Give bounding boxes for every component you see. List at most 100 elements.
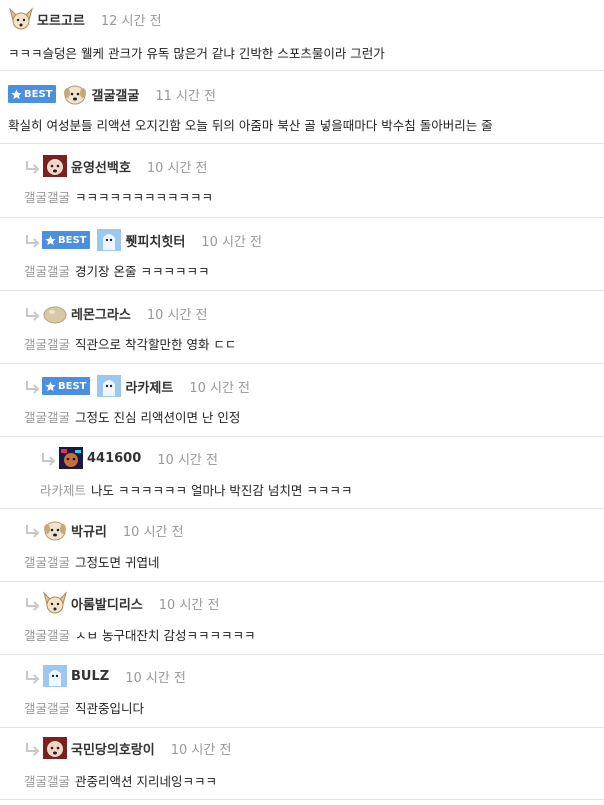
reply-mention[interactable]: 갤굴갤굴 xyxy=(24,555,70,570)
comment-nickname[interactable]: 레몬그라스 xyxy=(71,304,131,323)
comment-header: 레몬그라스 10 시간 전 xyxy=(24,301,208,325)
comment-timestamp: 11 시간 전 xyxy=(155,88,217,104)
best-label: BEST xyxy=(58,234,87,246)
star-icon xyxy=(45,234,58,246)
comment-text: 그정도 진심 리액션이면 난 인정 xyxy=(75,410,241,425)
puppy-icon[interactable] xyxy=(42,518,68,542)
comment-nickname[interactable]: 퓃피치힛터 xyxy=(125,231,185,250)
comment-nickname[interactable]: 국민당의호랑이 xyxy=(71,739,155,758)
reply-arrow-icon xyxy=(24,741,40,756)
comment-body: 갤굴갤굴 ㅋㅋㅋㅋㅋㅋㅋㅋㅋㅋㅋㅋ xyxy=(24,187,213,206)
dog-ears-icon[interactable] xyxy=(8,7,34,31)
reply-mention[interactable]: 갤굴갤굴 xyxy=(24,774,70,789)
best-badge: BEST xyxy=(42,231,91,249)
reply-mention[interactable]: 갤굴갤굴 xyxy=(24,337,70,352)
reply-mention[interactable]: 갤굴갤굴 xyxy=(24,190,70,205)
comment-text: 나도 ㅋㅋㅋㅋㅋㅋ 얼마나 박진감 넘치면 ㅋㅋㅋㅋ xyxy=(91,483,353,498)
comment-header: 박규리 10 시간 전 xyxy=(24,518,184,542)
blue-ghost-icon[interactable] xyxy=(96,374,122,398)
comment-text: ㅋㅋㅋㅋㅋㅋㅋㅋㅋㅋㅋㅋ xyxy=(75,190,214,205)
reply-mention[interactable]: 갤굴갤굴 xyxy=(24,628,70,643)
comment-nickname[interactable]: 라카제트 xyxy=(125,377,173,396)
comment-timestamp: 10 시간 전 xyxy=(146,307,208,323)
comment-timestamp: 10 시간 전 xyxy=(189,380,251,396)
reply-mention[interactable]: 갤굴갤굴 xyxy=(24,701,70,716)
comment-item: 박규리 10 시간 전갤굴갤굴 그정도면 귀엽네 xyxy=(0,509,604,582)
reply-mention[interactable]: 갤굴갤굴 xyxy=(24,264,70,279)
best-badge: BEST xyxy=(42,377,91,395)
comment-timestamp: 10 시간 전 xyxy=(170,742,232,758)
comment-body: 라카제트 나도 ㅋㅋㅋㅋㅋㅋ 얼마나 박진감 넘치면 ㅋㅋㅋㅋ xyxy=(40,480,352,499)
comment-text: 그정도면 귀엽네 xyxy=(75,555,160,570)
comment-body: 갤굴갤굴 직관중입니다 xyxy=(24,698,144,717)
star-icon xyxy=(45,380,58,392)
comment-body: 확실히 여성분들 리액션 오지긴함 오늘 뒤의 아줌마 북산 골 넣을때마다 박… xyxy=(8,115,493,134)
reply-arrow-icon xyxy=(40,451,56,466)
comment-body: 갤굴갤굴 경기장 온줄 ㅋㅋㅋㅋㅋㅋ xyxy=(24,261,209,280)
comment-body: 갤굴갤굴 그정도면 귀엽네 xyxy=(24,552,160,571)
comment-list: 모르고르 12 시간 전 ㅋㅋㅋ슬덩은 웰케 관크가 유독 많은거 같냐 긴박한 스… xyxy=(0,0,604,800)
comment-header: 모르고르 12 시간 전 xyxy=(8,7,162,31)
star-icon xyxy=(11,88,24,100)
comment-text: 확실히 여성분들 리액션 오지긴함 오늘 뒤의 아줌마 북산 골 넣을때마다 박… xyxy=(8,118,493,133)
reply-arrow-icon xyxy=(24,379,40,394)
comment-header: BULZ 10 시간 전 xyxy=(24,664,186,688)
comment-header: BEST 라카제트 10 시간 전 xyxy=(24,374,250,398)
reply-arrow-icon xyxy=(24,159,40,174)
comment-timestamp: 10 시간 전 xyxy=(125,670,186,686)
comment-item: 아롬발디리스 10 시간 전갤굴갤굴 ㅅㅂ 농구대잔치 감성ㅋㅋㅋㅋㅋㅋ xyxy=(0,582,604,655)
comment-body: ㅋㅋㅋ슬덩은 웰케 관크가 유독 많은거 같냐 긴박한 스포츠물이라 그런가 xyxy=(8,43,385,62)
comment-item: BULZ 10 시간 전갤굴갤굴 직관중입니다 xyxy=(0,655,604,728)
comment-nickname[interactable]: 아롬발디리스 xyxy=(71,594,143,613)
blue-ghost-icon[interactable] xyxy=(96,228,122,252)
comment-nickname[interactable]: BULZ xyxy=(71,669,109,684)
reply-mention[interactable]: 라카제트 xyxy=(40,483,86,498)
comment-nickname[interactable]: 441600 xyxy=(87,451,141,466)
comment-text: ㅅㅂ 농구대잔치 감성ㅋㅋㅋㅋㅋㅋ xyxy=(75,628,256,643)
comment-text: 경기장 온줄 ㅋㅋㅋㅋㅋㅋ xyxy=(75,264,210,279)
blue-ghost-icon[interactable] xyxy=(42,664,68,688)
comment-item: 윤영선백호 10 시간 전갤굴갤굴 ㅋㅋㅋㅋㅋㅋㅋㅋㅋㅋㅋㅋ xyxy=(0,144,604,218)
comment-body: 갤굴갤굴 ㅅㅂ 농구대잔치 감성ㅋㅋㅋㅋㅋㅋ xyxy=(24,625,255,644)
comment-header: BEST 퓃피치힛터 10 시간 전 xyxy=(24,228,262,252)
comment-timestamp: 10 시간 전 xyxy=(201,234,262,250)
comment-nickname[interactable]: 모르고르 xyxy=(37,10,85,29)
dog-ears-icon[interactable] xyxy=(42,591,68,615)
comment-body: 갤굴갤굴 관중리액션 지리네잉ㅋㅋㅋ xyxy=(24,771,217,790)
comment-body: 갤굴갤굴 직관으로 착각할만한 영화 ㄷㄷ xyxy=(24,334,236,353)
red-dog-icon[interactable] xyxy=(42,154,68,178)
comment-text: 직관중입니다 xyxy=(75,701,145,716)
comment-item: 레몬그라스 10 시간 전갤굴갤굴 직관으로 착각할만한 영화 ㄷㄷ xyxy=(0,291,604,364)
glitch-dog-icon[interactable] xyxy=(58,446,84,470)
comment-timestamp: 10 시간 전 xyxy=(122,524,184,540)
comment-text: 관중리액션 지리네잉ㅋㅋㅋ xyxy=(75,774,217,789)
best-badge: BEST xyxy=(8,85,57,103)
comment-item: BEST 라카제트 10 시간 전갤굴갤굴 그정도 진심 리액션이면 난 인정 xyxy=(0,364,604,437)
comment-item: 국민당의호랑이 10 시간 전갤굴갤굴 관중리액션 지리네잉ㅋㅋㅋ xyxy=(0,728,604,800)
comment-timestamp: 10 시간 전 xyxy=(146,160,208,176)
best-label: BEST xyxy=(24,88,53,100)
comment-header: 아롬발디리스 10 시간 전 xyxy=(24,591,219,615)
comment-timestamp: 12 시간 전 xyxy=(100,13,162,29)
best-label: BEST xyxy=(58,380,87,392)
comment-nickname[interactable]: 윤영선백호 xyxy=(71,157,131,176)
comment-item: 441600 10 시간 전라카제트 나도 ㅋㅋㅋㅋㅋㅋ 얼마나 박진감 넘치면 ㅋ… xyxy=(0,437,604,509)
reply-arrow-icon xyxy=(24,596,40,611)
comment-item: 모르고르 12 시간 전 ㅋㅋㅋ슬덩은 웰케 관크가 유독 많은거 같냐 긴박한 스… xyxy=(0,0,604,71)
comment-nickname[interactable]: 박규리 xyxy=(71,521,107,540)
comment-body: 갤굴갤굴 그정도 진심 리액션이면 난 인정 xyxy=(24,407,240,426)
comment-timestamp: 10 시간 전 xyxy=(157,452,218,468)
red-dog-icon[interactable] xyxy=(42,736,68,760)
reply-mention[interactable]: 갤굴갤굴 xyxy=(24,410,70,425)
comment-header: BEST 갤굴갤굴 11 시간 전 xyxy=(8,82,216,106)
reply-arrow-icon xyxy=(24,233,40,248)
comment-header: 윤영선백호 10 시간 전 xyxy=(24,154,208,178)
comment-text: ㅋㅋㅋ슬덩은 웰케 관크가 유독 많은거 같냐 긴박한 스포츠물이라 그런가 xyxy=(8,46,385,61)
reply-arrow-icon xyxy=(24,523,40,538)
puppy-icon[interactable] xyxy=(62,82,88,106)
comment-nickname[interactable]: 갤굴갤굴 xyxy=(91,85,139,104)
comment-timestamp: 10 시간 전 xyxy=(158,597,220,613)
blob-icon[interactable] xyxy=(42,301,68,325)
comment-item: BEST 퓃피치힛터 10 시간 전갤굴갤굴 경기장 온줄 ㅋㅋㅋㅋㅋㅋ xyxy=(0,218,604,291)
reply-arrow-icon xyxy=(24,669,40,684)
